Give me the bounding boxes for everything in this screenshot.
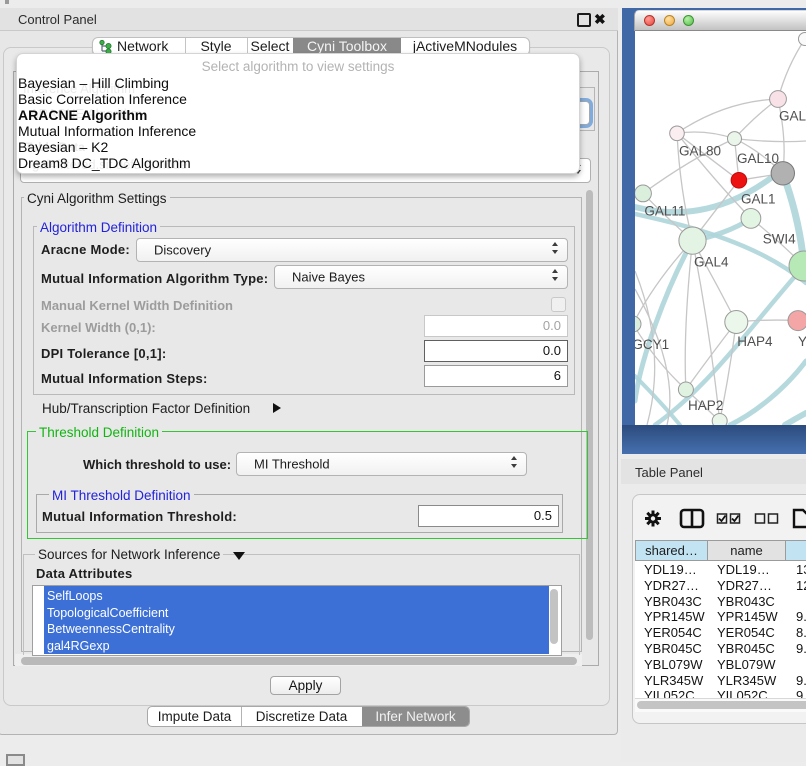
svg-text:YB: YB	[798, 334, 806, 349]
svg-text:SWI4: SWI4	[763, 231, 796, 246]
svg-text:HAP2: HAP2	[688, 398, 723, 413]
svg-text:HAP4: HAP4	[737, 334, 773, 349]
svg-text:GAL11: GAL11	[644, 203, 685, 218]
svg-text:GAL10: GAL10	[737, 151, 779, 166]
svg-text:GAL4: GAL4	[694, 254, 729, 269]
svg-text:GAL80: GAL80	[679, 143, 721, 158]
svg-text:GCY1: GCY1	[635, 337, 669, 352]
svg-text:GAL2: GAL2	[779, 109, 806, 124]
svg-text:GAL1: GAL1	[741, 191, 776, 206]
